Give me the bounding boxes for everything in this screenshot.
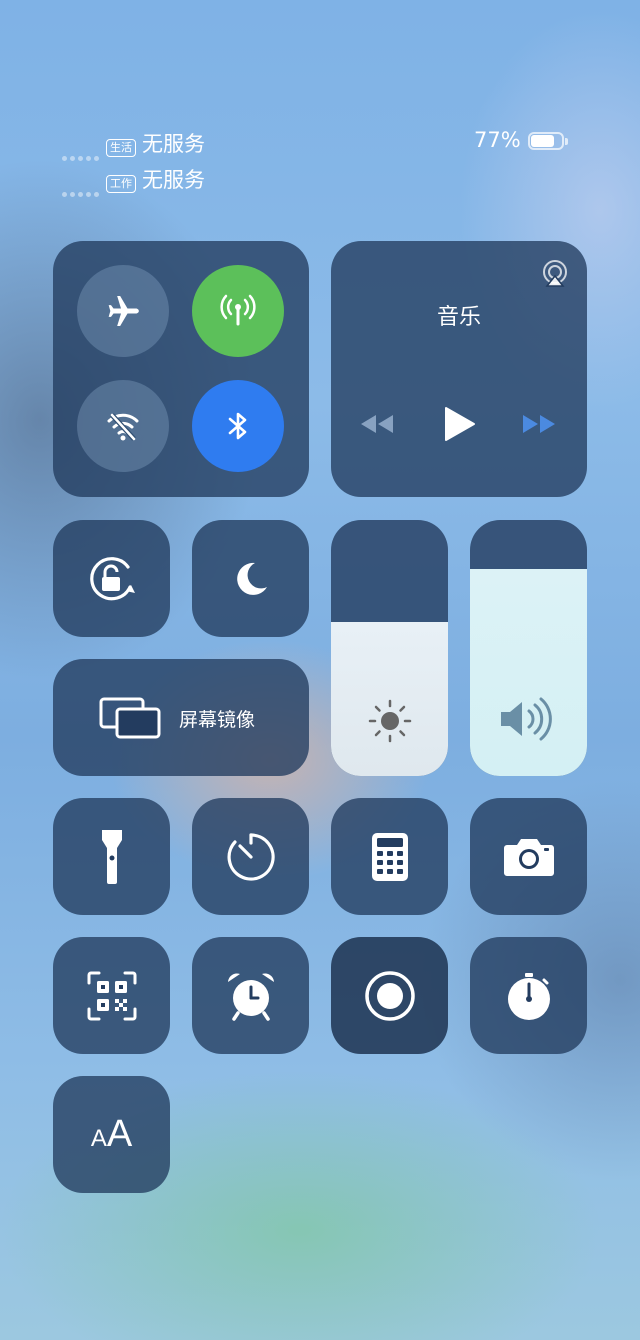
- signal-dots-icon: [62, 142, 102, 161]
- status-bar: 生活 无服务 工作 无服务 77%: [62, 128, 582, 197]
- sim2-status: 无服务: [142, 168, 205, 192]
- timer-button[interactable]: [192, 798, 309, 915]
- timer-icon: [227, 832, 275, 881]
- rewind-button[interactable]: [359, 411, 395, 437]
- qr-scanner-button[interactable]: [53, 937, 170, 1054]
- do-not-disturb-button[interactable]: [192, 520, 309, 637]
- flashlight-icon: [101, 829, 122, 884]
- antenna-icon: [220, 294, 256, 326]
- sun-icon: [367, 698, 413, 744]
- sim1-badge: 生活: [106, 139, 136, 157]
- screen-record-button[interactable]: [331, 937, 448, 1054]
- play-button[interactable]: [441, 405, 477, 443]
- connectivity-panel: [53, 241, 309, 497]
- music-panel: 音乐: [331, 241, 587, 497]
- wifi-off-icon: [107, 413, 139, 441]
- moon-icon: [236, 562, 267, 595]
- screen-mirroring-button[interactable]: 屏幕镜像: [53, 659, 309, 776]
- sim1-status: 无服务: [142, 132, 205, 156]
- speaker-icon: [498, 696, 560, 742]
- airplane-mode-button[interactable]: [77, 265, 169, 357]
- alarm-icon: [227, 972, 274, 1021]
- battery-icon: [528, 132, 570, 152]
- fast-forward-icon: [523, 415, 555, 433]
- screen-mirroring-icon: [99, 697, 161, 739]
- calculator-button[interactable]: [331, 798, 448, 915]
- bluetooth-icon: [228, 412, 247, 440]
- alarm-button[interactable]: [192, 937, 309, 1054]
- fast-forward-button[interactable]: [521, 411, 557, 437]
- screen-record-icon: [364, 970, 415, 1021]
- brightness-slider[interactable]: [331, 520, 448, 776]
- qr-scanner-icon: [87, 971, 136, 1020]
- rotation-lock-icon: [89, 556, 135, 600]
- airplay-icon: [543, 260, 567, 287]
- calculator-icon: [371, 832, 408, 881]
- airplane-icon: [108, 296, 139, 326]
- signal-dots-icon: [62, 178, 102, 197]
- text-size-button[interactable]: AA: [53, 1076, 170, 1193]
- cellular-data-button[interactable]: [192, 265, 284, 357]
- sim2-row: 工作 无服务: [62, 164, 205, 197]
- airplay-button[interactable]: [541, 259, 569, 287]
- control-center: { "status_bar": { "sim1": { "badge": "生活…: [0, 0, 640, 1340]
- rotation-lock-button[interactable]: [53, 520, 170, 637]
- volume-slider[interactable]: [470, 520, 587, 776]
- volume-fill: [470, 568, 587, 776]
- battery-percent: 77%: [474, 128, 521, 152]
- stopwatch-icon: [507, 972, 550, 1020]
- wifi-button[interactable]: [77, 380, 169, 472]
- stopwatch-button[interactable]: [470, 937, 587, 1054]
- play-icon: [445, 407, 475, 441]
- rewind-icon: [361, 415, 393, 433]
- text-size-icon: AA: [90, 1113, 133, 1155]
- flashlight-button[interactable]: [53, 798, 170, 915]
- sim2-badge: 工作: [106, 175, 136, 193]
- sim1-row: 生活 无服务: [62, 128, 205, 161]
- camera-icon: [503, 838, 554, 876]
- screen-mirroring-label: 屏幕镜像: [179, 709, 256, 731]
- bluetooth-button[interactable]: [192, 380, 284, 472]
- camera-button[interactable]: [470, 798, 587, 915]
- music-title: 音乐: [436, 305, 481, 330]
